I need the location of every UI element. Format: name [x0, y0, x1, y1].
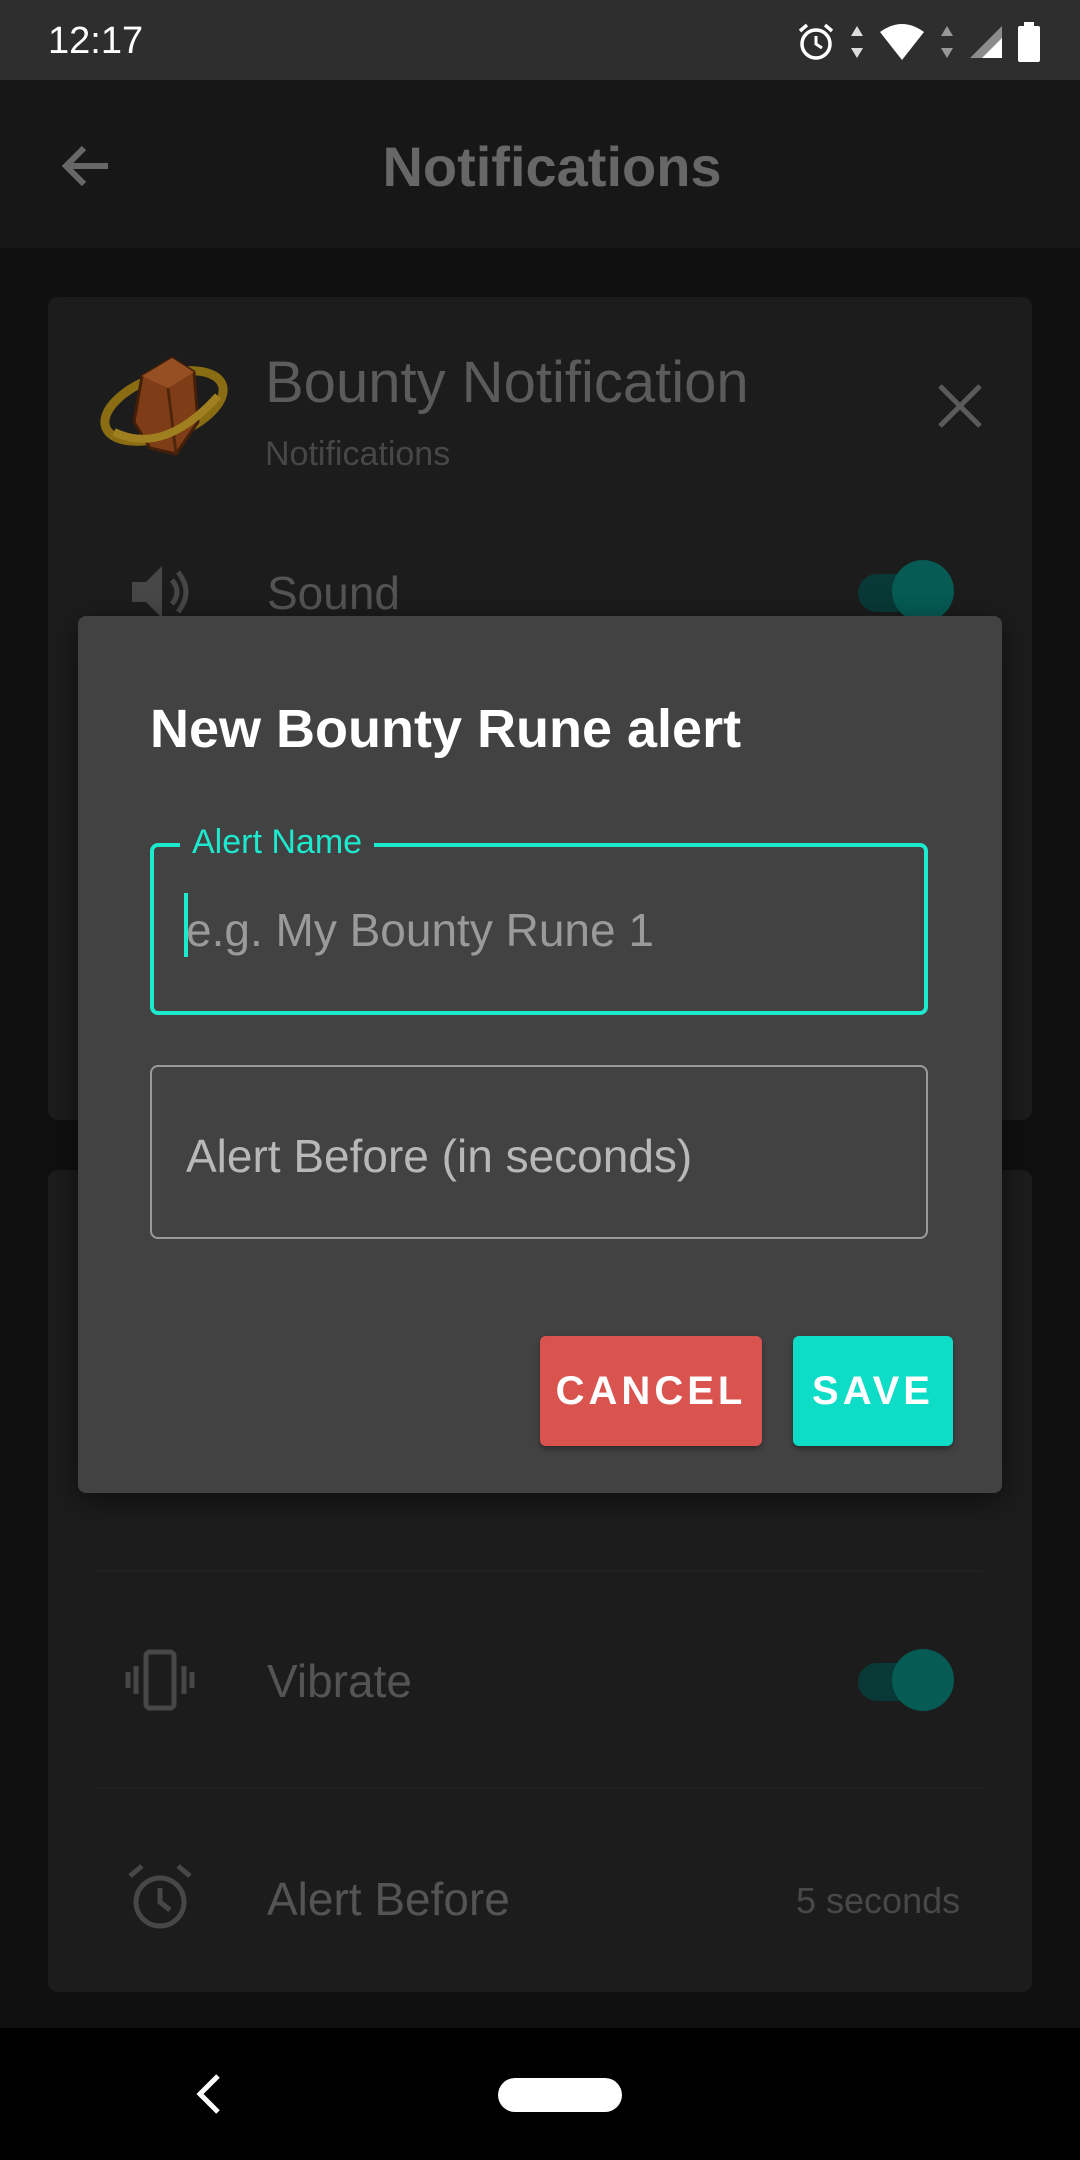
- cancel-button[interactable]: CANCEL: [540, 1336, 762, 1446]
- nav-home-button[interactable]: [498, 2078, 622, 2112]
- status-icons: [796, 18, 1040, 66]
- wifi-icon: [880, 24, 924, 60]
- save-button[interactable]: SAVE: [793, 1336, 953, 1446]
- cell-signal-icon: [970, 26, 1002, 58]
- alert-name-input[interactable]: [186, 900, 906, 960]
- nav-back-icon[interactable]: [190, 2070, 226, 2118]
- battery-icon: [1018, 22, 1040, 62]
- data-arrows-icon: [851, 26, 863, 58]
- text-cursor: [184, 893, 188, 957]
- data-arrows-icon: [941, 26, 953, 58]
- alarm-icon: [798, 23, 834, 60]
- alert-before-input[interactable]: [186, 1126, 906, 1186]
- status-time: 12:17: [48, 20, 144, 62]
- dialog-title: New Bounty Rune alert: [150, 699, 742, 759]
- alert-name-label: Alert Name: [180, 823, 375, 862]
